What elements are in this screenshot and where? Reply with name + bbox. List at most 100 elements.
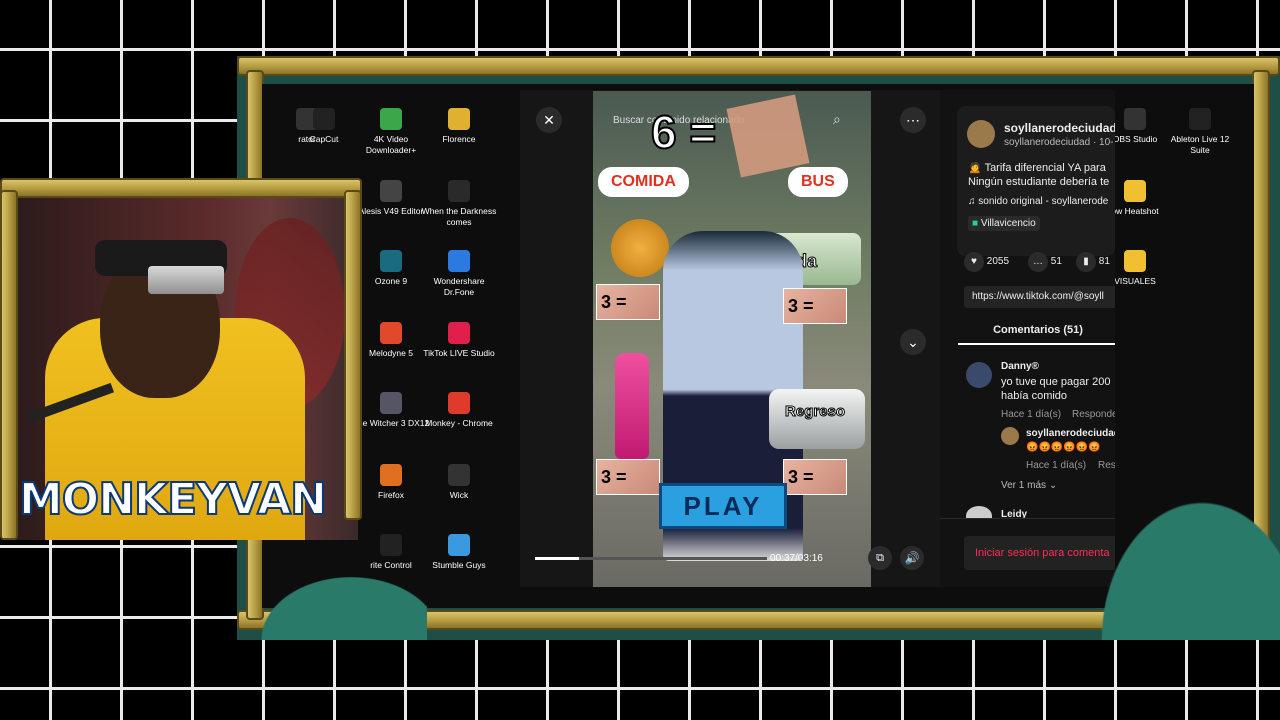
close-button[interactable]: ✕ bbox=[536, 107, 562, 133]
comment-avatar[interactable] bbox=[966, 362, 992, 388]
folder-icon bbox=[1124, 180, 1146, 202]
ableton-icon bbox=[1189, 108, 1211, 130]
drfone-icon bbox=[448, 250, 470, 272]
control-icon bbox=[380, 534, 402, 556]
reply-user[interactable]: soyllanerodeciudad bbox=[1026, 428, 1115, 439]
bookmark-icon: ▮ bbox=[1076, 252, 1096, 272]
see-more-replies[interactable]: Ver 1 más ⌄ bbox=[1001, 480, 1057, 491]
desktop-icon-label: Florence bbox=[442, 134, 476, 144]
video-player[interactable]: Buscar contenido relacionado ⌕ 6 = COMID… bbox=[593, 91, 871, 587]
reply-avatar[interactable] bbox=[1001, 427, 1019, 445]
comment-text-2: había comido bbox=[1001, 390, 1068, 402]
avatar[interactable] bbox=[967, 120, 995, 148]
desktop-icon-label: Monkey - Chrome bbox=[425, 418, 493, 428]
desktop-icon-label: Melodyne 5 bbox=[369, 348, 413, 358]
chevron-down-icon: ⌄ bbox=[1048, 480, 1058, 491]
desktop-icon-label: Wondershare Dr.Fone bbox=[433, 276, 485, 297]
caption-line-2: Ningún estudiante debería te bbox=[968, 176, 1110, 188]
headband-plate bbox=[148, 266, 224, 294]
chevron-down-icon[interactable]: ⌄ bbox=[900, 329, 926, 355]
reply-meta: Hace 1 día(s) bbox=[1026, 460, 1087, 471]
pip-icon[interactable]: ⧉ bbox=[868, 546, 892, 570]
comment-text-1: yo tuve que pagar 200 bbox=[1001, 376, 1111, 388]
more-options-icon[interactable]: ⋯ bbox=[900, 107, 926, 133]
stumble-icon bbox=[448, 534, 470, 556]
desktop-icon-label: 4K Video Downloader+ bbox=[365, 134, 417, 155]
music-note-icon: ♫ bbox=[968, 196, 979, 207]
desktop-icon-label: When the Darkness comes bbox=[421, 206, 497, 227]
webcam-feed: MONKEYVAN bbox=[5, 178, 358, 540]
webcam-bamboo-top bbox=[0, 178, 362, 198]
comment-bubble-icon: … bbox=[1028, 252, 1048, 272]
desktop-icon[interactable]: The Witcher 3 DX12 bbox=[352, 392, 430, 429]
soda-bottle-image bbox=[615, 353, 649, 459]
desktop-icon[interactable]: Wondershare Dr.Fone bbox=[420, 250, 498, 298]
regreso-label: Regreso bbox=[784, 403, 846, 421]
location-tag[interactable]: ■ Villavicencio bbox=[968, 216, 1040, 231]
desktop-icon-label: Wick bbox=[449, 490, 469, 500]
melodyne-icon bbox=[380, 322, 402, 344]
food-image bbox=[611, 219, 669, 277]
desktop-icon[interactable]: Melodyne 5 bbox=[352, 322, 430, 359]
desktop-icon-label: Ableton Live 12 Suite bbox=[1170, 134, 1230, 155]
desktop-icon[interactable]: Firefox bbox=[352, 464, 430, 501]
obs-icon bbox=[1124, 108, 1146, 130]
bill-4: 3 = bbox=[783, 459, 847, 495]
firefox-icon bbox=[380, 464, 402, 486]
like-count[interactable]: ♥ 2055 bbox=[964, 252, 1009, 272]
desktop-icon-label: Alesis V49 Editor bbox=[358, 206, 424, 216]
desktop-icon[interactable]: Florence bbox=[420, 108, 498, 145]
reply-reply-link[interactable]: Res bbox=[1098, 460, 1115, 471]
tab-comments[interactable]: Comentarios (51) bbox=[958, 318, 1115, 345]
desktop-icon-label: TikTok LIVE Studio bbox=[423, 348, 495, 358]
webcam-bamboo-left bbox=[0, 190, 18, 540]
search-icon[interactable]: ⌕ bbox=[833, 111, 841, 128]
handle-date: soyllanerodeciudad · 10- bbox=[1004, 137, 1114, 148]
desktop-icon[interactable]: Wick bbox=[420, 464, 498, 501]
decor-bush-left bbox=[237, 560, 427, 640]
comment-user[interactable]: Danny® bbox=[1001, 361, 1039, 372]
desktop-icon[interactable]: 4K Video Downloader+ bbox=[352, 108, 430, 156]
folder-icon bbox=[1124, 250, 1146, 272]
witcher-icon bbox=[380, 392, 402, 414]
monkeyvan-logo: MONKEYVAN bbox=[18, 473, 328, 526]
url-copy-field[interactable]: https://www.tiktok.com/@soyll bbox=[964, 286, 1115, 308]
decor-bush-right bbox=[1085, 480, 1280, 640]
desktop-icon-label: Ozone 9 bbox=[374, 276, 408, 286]
progress-track[interactable] bbox=[535, 557, 767, 560]
sound-link[interactable]: ♫ sonido original - soyllanerode bbox=[968, 196, 1108, 207]
play-button-overlay: PLAY bbox=[659, 483, 787, 529]
desktop-icon[interactable]: Ozone 9 bbox=[352, 250, 430, 287]
alesis-icon bbox=[380, 180, 402, 202]
comment-meta: Hace 1 día(s) bbox=[1001, 409, 1062, 420]
desktop-icon[interactable]: TikTok LIVE Studio bbox=[420, 322, 498, 359]
bill-3: 3 = bbox=[596, 459, 660, 495]
money-image bbox=[726, 94, 810, 178]
desktop-icon[interactable]: Ableton Live 12 Suite bbox=[1161, 108, 1239, 156]
save-count[interactable]: ▮ 81 bbox=[1076, 252, 1110, 272]
desktop-icon[interactable]: Monkey - Chrome bbox=[420, 392, 498, 429]
bill-1: 3 = bbox=[596, 284, 660, 320]
username[interactable]: soyllanerodeciudad bbox=[1004, 121, 1115, 135]
bus-sticker: BUS bbox=[788, 167, 848, 197]
game-icon bbox=[448, 180, 470, 202]
desktop-icon[interactable]: When the Darkness comes bbox=[420, 180, 498, 228]
ozone-icon bbox=[380, 250, 402, 272]
capcut-icon bbox=[313, 108, 335, 130]
desktop-icon[interactable]: Stumble Guys bbox=[420, 534, 498, 571]
heart-icon: ♥ bbox=[964, 252, 984, 272]
location-pin-icon: ■ bbox=[972, 218, 981, 229]
comment-count[interactable]: … 51 bbox=[1028, 252, 1062, 272]
volume-icon[interactable]: 🔊 bbox=[900, 546, 924, 570]
desktop-icon-label: The Witcher 3 DX12 bbox=[352, 418, 430, 428]
desktop-icon[interactable]: Alesis V49 Editor bbox=[352, 180, 430, 217]
bill-2: 3 = bbox=[783, 288, 847, 324]
progress-fill bbox=[535, 557, 580, 560]
caption-emoji-icon: 🙍 bbox=[968, 162, 985, 174]
reply-link[interactable]: Responde bbox=[1072, 409, 1115, 420]
reply-text: 😡😡😡😡😡😡 bbox=[1026, 442, 1101, 453]
desktop-icon-label: Firefox bbox=[378, 490, 404, 500]
wick-icon bbox=[448, 464, 470, 486]
florence-icon bbox=[448, 108, 470, 130]
download-icon bbox=[380, 108, 402, 130]
